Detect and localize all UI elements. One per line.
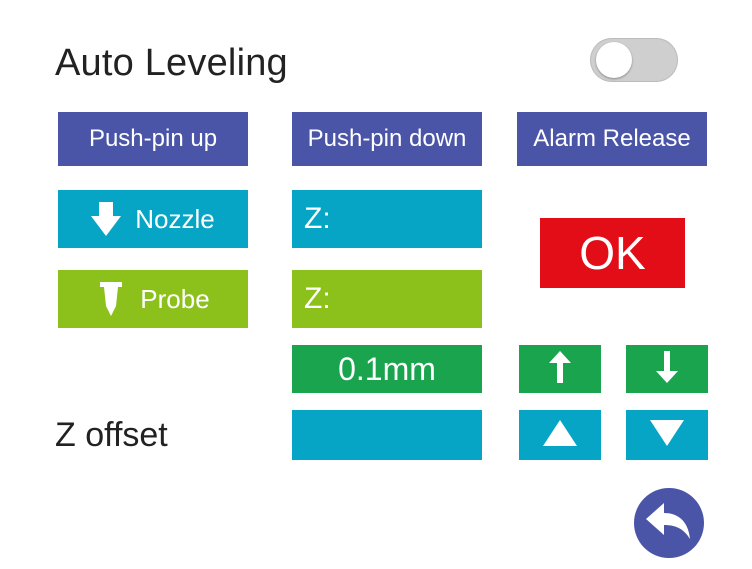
z-offset-label: Z offset xyxy=(55,416,168,454)
push-pin-up-button[interactable]: Push-pin up xyxy=(58,112,248,166)
push-pin-down-button[interactable]: Push-pin down xyxy=(292,112,482,166)
arrow-up-icon xyxy=(549,350,571,388)
nozzle-z-label: Z: xyxy=(304,202,331,235)
z-offset-field xyxy=(292,410,482,460)
z-offset-decrease-button[interactable] xyxy=(626,410,708,460)
ok-button[interactable]: OK xyxy=(540,218,685,288)
probe-z-field: Z: xyxy=(292,270,482,328)
move-down-button[interactable] xyxy=(626,345,708,393)
nozzle-z-field: Z: xyxy=(292,190,482,248)
triangle-up-icon xyxy=(543,419,577,451)
nozzle-down-icon xyxy=(91,202,122,236)
probe-z-label: Z: xyxy=(304,282,331,315)
page-title: Auto Leveling xyxy=(55,42,288,84)
triangle-down-icon xyxy=(650,419,684,451)
probe-icon xyxy=(96,282,126,316)
z-offset-increase-button[interactable] xyxy=(519,410,601,460)
nozzle-label: Nozzle xyxy=(135,203,215,234)
arrow-down-icon xyxy=(656,350,678,388)
back-arrow-icon xyxy=(646,501,692,546)
probe-button[interactable]: Probe xyxy=(58,270,248,328)
back-button[interactable] xyxy=(634,488,704,558)
step-size-button[interactable]: 0.1mm xyxy=(292,345,482,393)
toggle-knob xyxy=(596,42,632,78)
auto-leveling-toggle[interactable] xyxy=(590,38,678,82)
move-up-button[interactable] xyxy=(519,345,601,393)
probe-label: Probe xyxy=(140,283,210,314)
nozzle-button[interactable]: Nozzle xyxy=(58,190,248,248)
alarm-release-button[interactable]: Alarm Release xyxy=(517,112,707,166)
